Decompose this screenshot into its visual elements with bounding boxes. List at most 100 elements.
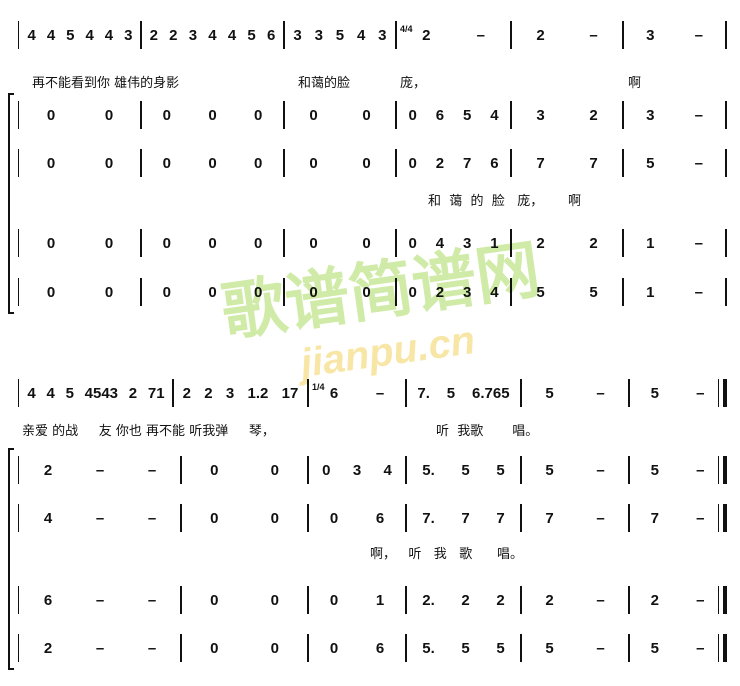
note: 4 bbox=[85, 26, 94, 44]
barline bbox=[622, 278, 624, 306]
note: – bbox=[696, 591, 705, 609]
barline bbox=[395, 278, 397, 306]
note: 5 bbox=[446, 384, 456, 402]
part-measure: 06 bbox=[311, 506, 403, 530]
note: 0 bbox=[210, 591, 219, 609]
note: 0 bbox=[329, 591, 339, 609]
barline bbox=[520, 504, 522, 532]
note: 0 bbox=[208, 154, 217, 172]
barline bbox=[622, 149, 624, 177]
part-measure: 2 – – bbox=[22, 458, 178, 482]
melody-lyric: 啊 bbox=[628, 76, 642, 91]
barline bbox=[405, 504, 407, 532]
note: 4 bbox=[43, 509, 53, 527]
note: 7 bbox=[462, 154, 472, 172]
note: 6 bbox=[43, 591, 53, 609]
part-measure: 22 bbox=[514, 231, 620, 255]
note: 0 bbox=[362, 154, 371, 172]
part-measure: 7– bbox=[524, 506, 626, 530]
note: 0 bbox=[270, 509, 279, 527]
part-measure: 00 bbox=[22, 103, 138, 127]
final-barline bbox=[723, 504, 727, 532]
barline bbox=[172, 379, 174, 407]
barline bbox=[622, 21, 624, 49]
part-measure: 00 bbox=[184, 506, 305, 530]
note: 0 bbox=[270, 461, 279, 479]
barline bbox=[307, 634, 309, 662]
note: 7. bbox=[422, 509, 435, 527]
final-barline bbox=[723, 634, 727, 662]
note: – bbox=[476, 26, 485, 44]
barline bbox=[180, 586, 182, 614]
part-measure: 00 bbox=[184, 458, 305, 482]
part-measure: 00 bbox=[22, 151, 138, 175]
note: 0 bbox=[46, 234, 56, 252]
melody-measure: 4 4 5 4543 2 71 bbox=[22, 381, 170, 405]
note: – bbox=[694, 26, 703, 44]
barline bbox=[405, 586, 407, 614]
barline bbox=[510, 149, 512, 177]
melody-measure: 2 2 3 1.2 17 bbox=[176, 381, 305, 405]
note: – bbox=[95, 509, 105, 527]
part-measure: 0 0 0 bbox=[144, 231, 281, 255]
note: 5 bbox=[462, 106, 472, 124]
note: 5. bbox=[422, 461, 435, 479]
note: – bbox=[694, 106, 703, 124]
note: 0 bbox=[253, 234, 263, 252]
music-score-page: 歌谱简谱网 jianpu.cn 4 4 5 4 4 3 2 2 3 4 4 5 6 3 3 5 4 3 2–2–3–… bbox=[0, 0, 740, 686]
note: 2 bbox=[149, 26, 158, 44]
note: 0 bbox=[408, 154, 417, 172]
note: 4 bbox=[435, 234, 445, 252]
note: 0 bbox=[210, 509, 219, 527]
barline bbox=[622, 229, 624, 257]
note: 2 bbox=[43, 461, 53, 479]
note: 5 bbox=[66, 26, 75, 44]
melody-measure: 2– bbox=[514, 23, 620, 47]
note: 0 bbox=[162, 154, 171, 172]
part-measure: 1– bbox=[626, 280, 723, 304]
part-measure: 0234 bbox=[399, 280, 508, 304]
barline bbox=[307, 379, 309, 407]
note: 3 bbox=[462, 234, 472, 252]
note: 0 bbox=[309, 234, 318, 252]
note: 5 bbox=[536, 283, 545, 301]
note: 3 bbox=[646, 106, 655, 124]
note: 5. bbox=[422, 639, 435, 657]
note: 0 bbox=[46, 106, 56, 124]
note: 4543 bbox=[84, 384, 119, 402]
note: 0 bbox=[104, 154, 114, 172]
melody-measure: 7. 5 6.765 bbox=[409, 381, 518, 405]
barline bbox=[140, 149, 142, 177]
part-measure: 00 bbox=[287, 231, 393, 255]
barline bbox=[18, 379, 19, 407]
part-measure: 7. 7 7 bbox=[409, 506, 518, 530]
part-measure: 7– bbox=[632, 506, 723, 530]
note: – bbox=[596, 384, 605, 402]
part-measure: 5. 5 5 bbox=[409, 636, 518, 660]
barline bbox=[628, 586, 630, 614]
part-bracket bbox=[8, 93, 14, 314]
part-measure: 55 bbox=[514, 280, 620, 304]
part-measure: 32 bbox=[514, 103, 620, 127]
note: 3 bbox=[293, 26, 302, 44]
note: 5 bbox=[496, 639, 505, 657]
note: 7 bbox=[545, 509, 554, 527]
barline bbox=[283, 278, 285, 306]
barline bbox=[140, 229, 142, 257]
note: – bbox=[147, 639, 157, 657]
note: 2 bbox=[589, 106, 598, 124]
note: 5 bbox=[65, 384, 74, 402]
note: 5 bbox=[545, 639, 554, 657]
note: 0 bbox=[362, 283, 371, 301]
barline bbox=[725, 149, 727, 177]
melody-measure: 6– bbox=[311, 381, 403, 405]
barline bbox=[520, 456, 522, 484]
note: 2 bbox=[435, 154, 445, 172]
note: 4 bbox=[27, 384, 36, 402]
barline bbox=[18, 229, 19, 257]
note: 0 bbox=[162, 234, 171, 252]
barline bbox=[725, 278, 727, 306]
barline bbox=[718, 634, 719, 662]
note: 2 bbox=[536, 26, 545, 44]
melody-measure: 445443 bbox=[22, 23, 138, 47]
